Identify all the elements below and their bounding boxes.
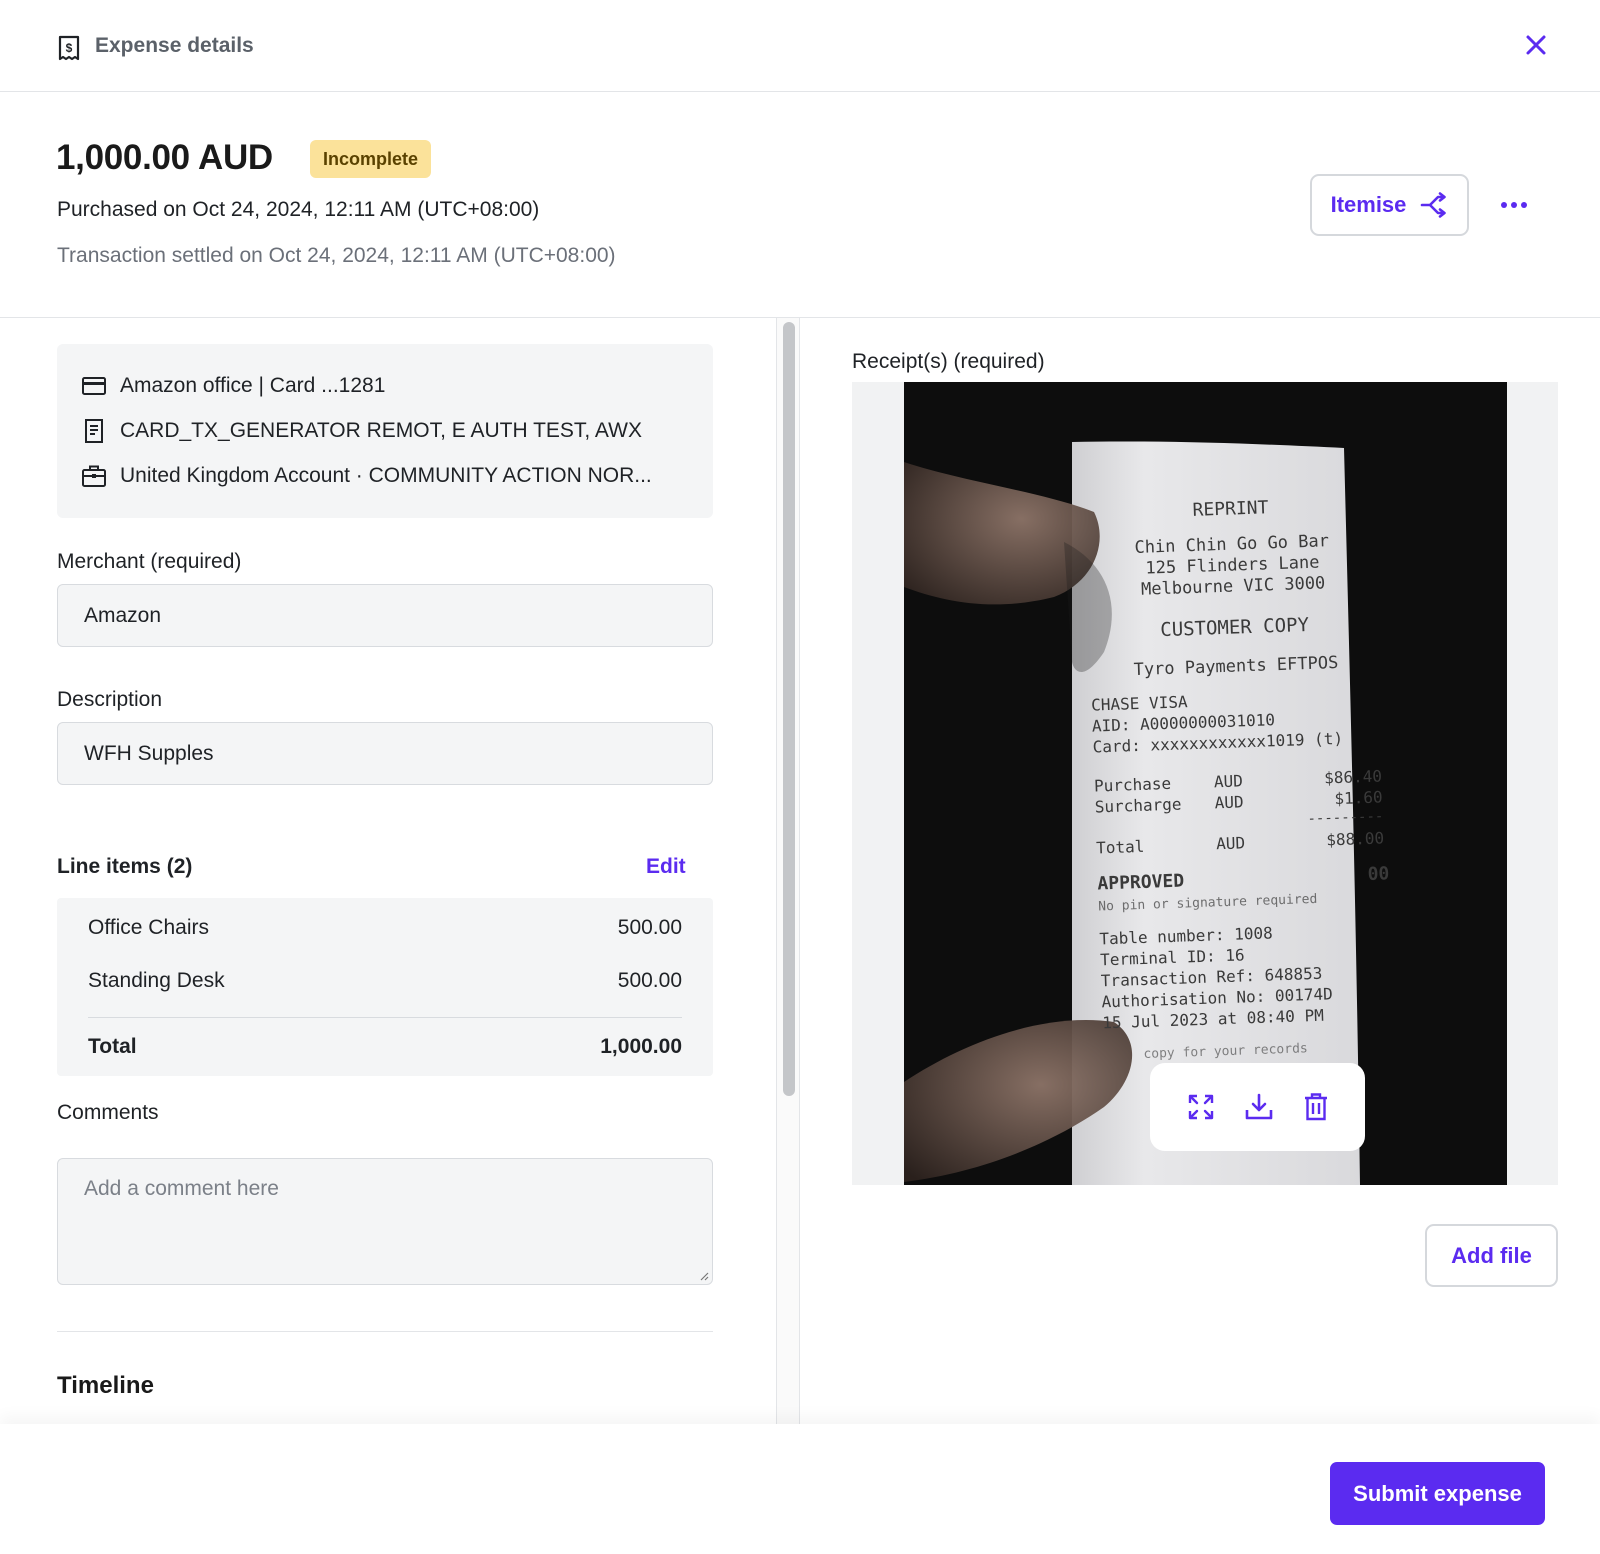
panel-title: Expense details: [95, 34, 254, 57]
expense-amount: 1,000.00 AUD: [56, 138, 273, 177]
svg-text:$86.40: $86.40: [1324, 766, 1382, 787]
total-label: Total: [88, 1035, 137, 1058]
svg-text:AUD: AUD: [1216, 833, 1246, 853]
details-pane: Amazon office | Card ...1281 CARD_TX_GEN…: [0, 318, 776, 1424]
scrollbar-thumb[interactable]: [783, 322, 795, 1096]
comments-label: Comments: [57, 1101, 159, 1124]
svg-text:APPROVED: APPROVED: [1097, 870, 1185, 894]
receipt-dollar-icon: $: [58, 35, 80, 61]
line-item-name: Office Chairs: [88, 916, 209, 939]
timeline-heading: Timeline: [57, 1372, 154, 1399]
merchant-label: Merchant (required): [57, 550, 242, 573]
purchase-date: Purchased on Oct 24, 2024, 12:11 AM (UTC…: [57, 198, 540, 221]
transaction-info-box: Amazon office | Card ...1281 CARD_TX_GEN…: [57, 344, 713, 518]
trash-icon[interactable]: [1304, 1093, 1328, 1121]
svg-text:AUD: AUD: [1214, 771, 1244, 791]
line-items-divider: [88, 1017, 682, 1018]
statement-descriptor: CARD_TX_GENERATOR REMOT, E AUTH TEST, AW…: [120, 419, 642, 442]
download-icon[interactable]: [1245, 1093, 1273, 1121]
total-value: 1,000.00: [600, 1035, 682, 1058]
add-file-button[interactable]: Add file: [1425, 1224, 1558, 1287]
description-input[interactable]: WFH Supples: [57, 722, 713, 785]
briefcase-icon: [82, 465, 106, 487]
status-badge: Incomplete: [310, 140, 432, 178]
merchant-input[interactable]: Amazon: [57, 584, 713, 647]
credit-card-icon: [82, 377, 106, 395]
svg-text:CHASE VISA: CHASE VISA: [1091, 692, 1188, 714]
svg-text:Total: Total: [1096, 837, 1145, 858]
receipt-photo[interactable]: REPRINT Chin Chin Go Go Bar 125 Flinders…: [904, 382, 1507, 1185]
itemise-split-icon: [1421, 192, 1447, 218]
svg-text:$88.00: $88.00: [1326, 828, 1384, 849]
line-item-row: Standing Desk 500.00: [88, 969, 682, 993]
line-item-row: Office Chairs 500.00: [88, 916, 682, 940]
close-icon[interactable]: [1524, 33, 1548, 57]
line-items-total-row: Total 1,000.00: [88, 1035, 682, 1059]
receipts-label: Receipt(s) (required): [852, 350, 1045, 373]
more-horizontal-icon: [1501, 202, 1527, 208]
card-info-row: Amazon office | Card ...1281: [82, 371, 385, 401]
receipt-preview: REPRINT Chin Chin Go Go Bar 125 Flinders…: [852, 382, 1558, 1185]
itemise-label: Itemise: [1330, 192, 1407, 217]
account-info-row: United Kingdom Account · COMMUNITY ACTIO…: [82, 461, 652, 491]
svg-text:$: $: [66, 41, 73, 55]
svg-text:---------: ---------: [1307, 808, 1383, 827]
svg-text:Purchase: Purchase: [1094, 774, 1172, 796]
itemise-button[interactable]: Itemise: [1310, 174, 1469, 236]
svg-text:AUD: AUD: [1214, 792, 1244, 812]
statement-info-row: CARD_TX_GENERATOR REMOT, E AUTH TEST, AW…: [82, 416, 642, 446]
description-label: Description: [57, 688, 163, 711]
more-options-button[interactable]: [1494, 188, 1534, 222]
line-items-edit-link[interactable]: Edit: [646, 855, 686, 879]
line-item-name: Standing Desk: [88, 969, 225, 992]
footer-bar: Submit expense: [0, 1424, 1600, 1554]
svg-text:Surcharge: Surcharge: [1094, 795, 1181, 817]
top-bar: $ Expense details: [0, 0, 1600, 92]
line-item-amount: 500.00: [617, 969, 682, 992]
receipts-pane: Receipt(s) (required) REPRINT Chin Chin …: [800, 318, 1600, 1424]
account-info: United Kingdom Account · COMMUNITY ACTIO…: [120, 464, 652, 487]
comment-textarea[interactable]: Add a comment here: [57, 1158, 713, 1285]
comment-placeholder: Add a comment here: [84, 1177, 279, 1200]
svg-text:$1.60: $1.60: [1334, 787, 1383, 808]
submit-expense-button[interactable]: Submit expense: [1330, 1462, 1545, 1525]
line-items-title: Line items (2): [57, 855, 193, 878]
expand-icon[interactable]: [1188, 1094, 1214, 1120]
line-item-amount: 500.00: [617, 916, 682, 939]
resize-grip-icon[interactable]: [699, 1271, 709, 1281]
svg-text:00: 00: [1367, 863, 1389, 885]
expense-summary: 1,000.00 AUD Incomplete Purchased on Oct…: [0, 92, 1600, 318]
receipt-toolbar: [1150, 1063, 1365, 1151]
left-pane-scrollbar[interactable]: [776, 318, 800, 1424]
line-items-table: Office Chairs 500.00 Standing Desk 500.0…: [57, 898, 713, 1076]
section-divider: [57, 1331, 713, 1332]
svg-text:REPRINT: REPRINT: [1192, 497, 1269, 521]
document-icon: [85, 419, 103, 443]
settled-date: Transaction settled on Oct 24, 2024, 12:…: [57, 244, 616, 267]
card-info: Amazon office | Card ...1281: [120, 374, 386, 397]
